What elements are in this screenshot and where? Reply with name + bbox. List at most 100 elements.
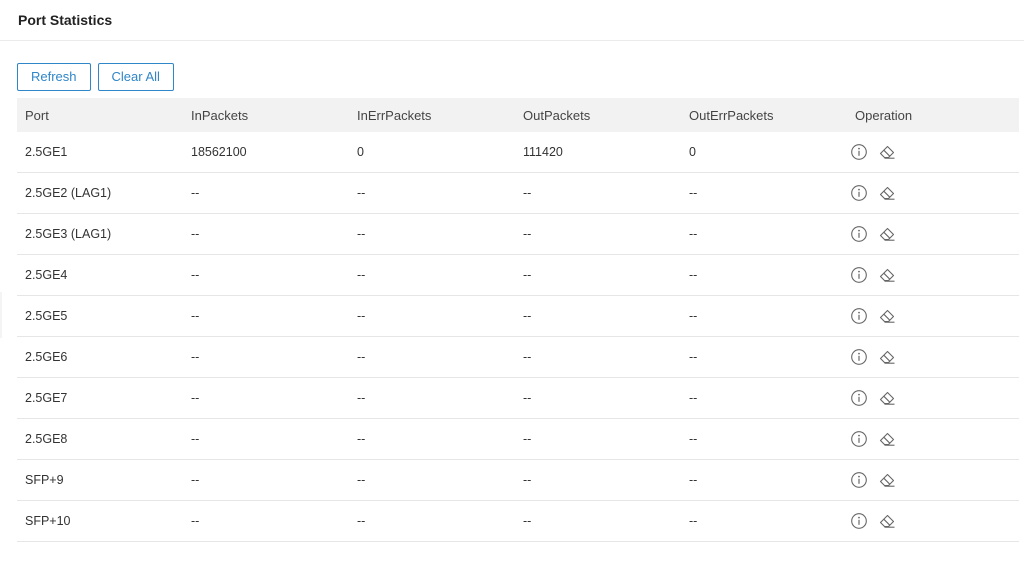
operation-cell (847, 430, 1019, 448)
outpackets-cell: -- (523, 268, 532, 282)
outpackets-cell: 111420 (523, 145, 563, 159)
column-header-outpackets: OutPackets (523, 107, 591, 123)
inerrpackets-cell: -- (357, 350, 366, 364)
eraser-icon[interactable] (878, 471, 896, 489)
info-icon[interactable] (850, 348, 868, 366)
operation-cell (847, 307, 1019, 325)
port-statistics-table: Port InPackets InErrPackets OutPackets O… (17, 98, 1019, 542)
operation-cell (847, 143, 1019, 161)
page-title: Port Statistics (18, 12, 113, 28)
port-cell: SFP+9 (25, 473, 64, 487)
info-icon[interactable] (850, 225, 868, 243)
port-cell: 2.5GE6 (25, 350, 68, 364)
eraser-icon[interactable] (878, 307, 896, 325)
toolbar: Refresh Clear All (17, 63, 174, 91)
outerrpackets-cell: -- (689, 186, 698, 200)
outpackets-cell: -- (523, 391, 532, 405)
outpackets-cell: -- (523, 432, 532, 446)
side-panel-handle (0, 292, 2, 338)
eraser-icon[interactable] (878, 389, 896, 407)
outerrpackets-cell: -- (689, 432, 698, 446)
info-icon[interactable] (850, 143, 868, 161)
info-icon[interactable] (850, 471, 868, 489)
outpackets-cell: -- (523, 473, 532, 487)
inpackets-cell: -- (191, 473, 200, 487)
inerrpackets-cell: -- (357, 268, 366, 282)
inpackets-cell: -- (191, 309, 200, 323)
table-row: 2.5GE6 -- -- -- -- (17, 337, 1019, 378)
outerrpackets-cell: -- (689, 391, 698, 405)
operation-cell (847, 348, 1019, 366)
outpackets-cell: -- (523, 350, 532, 364)
outerrpackets-cell: -- (689, 350, 698, 364)
column-header-inpackets: InPackets (191, 107, 249, 123)
port-cell: 2.5GE1 (25, 145, 68, 159)
table-row: 2.5GE8 -- -- -- -- (17, 419, 1019, 460)
table-row: 2.5GE2 (LAG1) -- -- -- -- (17, 173, 1019, 214)
outerrpackets-cell: -- (689, 473, 698, 487)
outerrpackets-cell: 0 (689, 145, 696, 159)
port-cell: 2.5GE5 (25, 309, 68, 323)
inerrpackets-cell: -- (357, 186, 366, 200)
outerrpackets-cell: -- (689, 309, 698, 323)
inerrpackets-cell: -- (357, 391, 366, 405)
inerrpackets-cell: -- (357, 309, 366, 323)
table-row: 2.5GE3 (LAG1) -- -- -- -- (17, 214, 1019, 255)
port-cell: 2.5GE4 (25, 268, 68, 282)
operation-cell (847, 184, 1019, 202)
inpackets-cell: -- (191, 350, 200, 364)
outerrpackets-cell: -- (689, 514, 698, 528)
port-cell: 2.5GE8 (25, 432, 68, 446)
eraser-icon[interactable] (878, 184, 896, 202)
table-row: 2.5GE4 -- -- -- -- (17, 255, 1019, 296)
port-cell: 2.5GE7 (25, 391, 68, 405)
column-header-port: Port (25, 107, 49, 123)
inpackets-cell: -- (191, 186, 200, 200)
outpackets-cell: -- (523, 514, 532, 528)
inpackets-cell: -- (191, 268, 200, 282)
inpackets-cell: -- (191, 514, 200, 528)
outerrpackets-cell: -- (689, 268, 698, 282)
operation-cell (847, 389, 1019, 407)
port-cell: 2.5GE3 (LAG1) (25, 227, 112, 241)
outerrpackets-cell: -- (689, 227, 698, 241)
column-header-outerrpackets: OutErrPackets (689, 107, 774, 123)
inpackets-cell: 18562100 (191, 145, 247, 159)
operation-cell (847, 225, 1019, 243)
info-icon[interactable] (850, 266, 868, 284)
table-row: SFP+10 -- -- -- -- (17, 501, 1019, 542)
inpackets-cell: -- (191, 227, 200, 241)
inpackets-cell: -- (191, 432, 200, 446)
table-row: 2.5GE5 -- -- -- -- (17, 296, 1019, 337)
page-header: Port Statistics (0, 0, 1024, 41)
port-cell: 2.5GE2 (LAG1) (25, 186, 112, 200)
table-row: 2.5GE7 -- -- -- -- (17, 378, 1019, 419)
inpackets-cell: -- (191, 391, 200, 405)
operation-cell (847, 512, 1019, 530)
eraser-icon[interactable] (878, 266, 896, 284)
eraser-icon[interactable] (878, 143, 896, 161)
table-row: SFP+9 -- -- -- -- (17, 460, 1019, 501)
table-body: 2.5GE1 18562100 0 111420 0 2.5GE2 (LAG1)… (17, 132, 1019, 542)
table-row: 2.5GE1 18562100 0 111420 0 (17, 132, 1019, 173)
inerrpackets-cell: -- (357, 473, 366, 487)
port-cell: SFP+10 (25, 514, 71, 528)
outpackets-cell: -- (523, 186, 532, 200)
clear-all-button[interactable]: Clear All (97, 63, 174, 91)
outpackets-cell: -- (523, 309, 532, 323)
refresh-button[interactable]: Refresh (17, 63, 91, 91)
info-icon[interactable] (850, 512, 868, 530)
eraser-icon[interactable] (878, 512, 896, 530)
eraser-icon[interactable] (878, 225, 896, 243)
operation-cell (847, 266, 1019, 284)
outpackets-cell: -- (523, 227, 532, 241)
operation-cell (847, 471, 1019, 489)
table-header: Port InPackets InErrPackets OutPackets O… (17, 98, 1019, 132)
eraser-icon[interactable] (878, 348, 896, 366)
inerrpackets-cell: -- (357, 514, 366, 528)
info-icon[interactable] (850, 389, 868, 407)
info-icon[interactable] (850, 307, 868, 325)
info-icon[interactable] (850, 184, 868, 202)
eraser-icon[interactable] (878, 430, 896, 448)
info-icon[interactable] (850, 430, 868, 448)
